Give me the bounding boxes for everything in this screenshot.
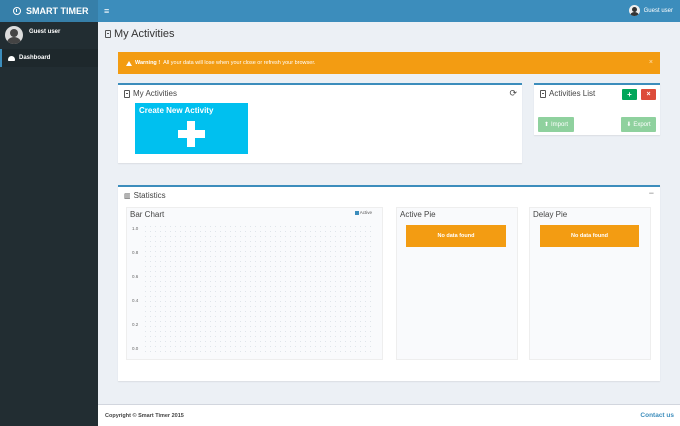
main-content: My Activities Warning ! All your data wi… — [98, 22, 680, 404]
warning-alert: Warning ! All your data will lose when y… — [118, 52, 660, 74]
legend-swatch — [354, 210, 359, 215]
y-tick-label: 0.8 — [132, 250, 139, 255]
statistics-box: ▥ Statistics − Bar Chart Active 1.0 0.8 … — [118, 185, 660, 381]
contact-link[interactable]: Contact us — [640, 412, 674, 419]
sidebar-item-label: Dashboard — [19, 55, 51, 61]
remove-activity-button[interactable]: × — [641, 89, 656, 100]
top-navbar: SMART TIMER ≡ Guest user — [0, 0, 680, 22]
close-icon[interactable]: × — [649, 59, 653, 66]
active-pie-panel: Active Pie No data found — [396, 207, 518, 360]
footer: Copyright © Smart Timer 2015 Contact us — [98, 404, 680, 426]
box-title: My Activities — [124, 89, 177, 98]
brand-name: SMART TIMER — [26, 6, 89, 16]
alert-message: All your data will lose when your close … — [163, 60, 316, 66]
add-activity-button[interactable]: + — [622, 89, 637, 100]
page-title: My Activities — [105, 28, 175, 40]
export-label: Export — [633, 121, 651, 128]
avatar — [5, 26, 23, 44]
box-title-text: Activities List — [549, 89, 596, 98]
import-button[interactable]: ⬆ Import — [538, 117, 574, 132]
warning-icon — [126, 60, 132, 66]
document-icon — [540, 89, 546, 98]
dashboard-icon — [8, 55, 15, 61]
user-menu[interactable]: Guest user — [628, 5, 673, 16]
y-tick-label: 0.0 — [132, 346, 139, 351]
alert-strong: Warning ! — [135, 60, 161, 66]
y-tick-label: 0.6 — [132, 274, 139, 279]
box-title-text: My Activities — [133, 89, 178, 98]
export-button[interactable]: ⬇ Export — [621, 117, 656, 132]
bar-chart-panel: Bar Chart Active 1.0 0.8 0.6 0.4 0.2 0.0 — [126, 207, 383, 360]
download-icon: ⬇ — [626, 122, 632, 128]
create-activity-label: Create New Activity — [139, 106, 214, 115]
chart-title: Bar Chart — [130, 210, 165, 219]
my-activities-box: My Activities ⟳ Create New Activity — [118, 83, 522, 163]
sidebar-user-name: Guest user — [29, 29, 61, 35]
chart-plot-area — [143, 224, 373, 356]
document-icon — [105, 30, 111, 38]
page-title-text: My Activities — [114, 28, 175, 40]
avatar-icon — [628, 5, 640, 16]
sidebar: Guest user Dashboard — [0, 22, 98, 426]
brand-logo[interactable]: SMART TIMER — [0, 0, 98, 22]
box-title-text: Statistics — [133, 191, 166, 200]
delay-pie-panel: Delay Pie No data found — [529, 207, 651, 360]
box-title: Activities List — [540, 89, 595, 98]
y-tick-label: 0.4 — [132, 298, 139, 303]
create-activity-button[interactable]: Create New Activity — [135, 103, 248, 154]
collapse-icon[interactable]: − — [649, 188, 654, 198]
box-title: ▥ Statistics — [124, 191, 166, 200]
import-label: Import — [551, 121, 569, 128]
sidebar-user-panel: Guest user — [0, 22, 98, 48]
plus-icon-bar — [178, 130, 205, 138]
chart-legend[interactable]: Active — [354, 210, 372, 215]
refresh-icon[interactable]: ⟳ — [509, 88, 517, 99]
chart-title: Active Pie — [400, 210, 436, 219]
y-tick-label: 0.2 — [132, 322, 139, 327]
upload-icon: ⬆ — [543, 122, 549, 128]
no-data-message: No data found — [406, 225, 506, 247]
document-icon — [124, 89, 130, 98]
y-tick-label: 1.0 — [132, 226, 139, 231]
clock-icon — [13, 7, 21, 15]
chart-title: Delay Pie — [533, 210, 568, 219]
bar-chart-icon: ▥ — [124, 192, 131, 200]
no-data-message: No data found — [540, 225, 639, 247]
activities-list-box: Activities List + × ⬆ Import ⬇ Export — [534, 83, 660, 135]
legend-label: Active — [359, 210, 372, 215]
sidebar-item-dashboard[interactable]: Dashboard — [0, 49, 98, 67]
sidebar-toggle-hamburger-icon[interactable]: ≡ — [104, 6, 111, 16]
user-menu-label: Guest user — [643, 7, 673, 14]
copyright-text: Copyright © Smart Timer 2015 — [105, 413, 184, 419]
